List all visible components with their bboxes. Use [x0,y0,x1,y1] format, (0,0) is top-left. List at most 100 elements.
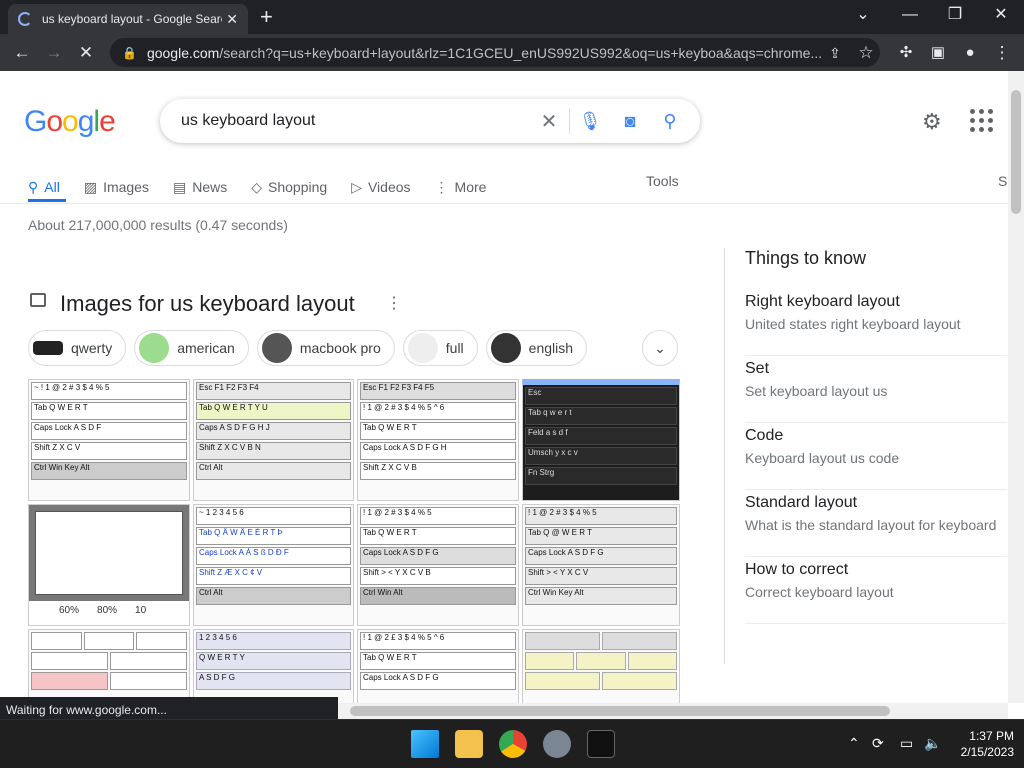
things-to-know-item[interactable]: Set Set keyboard layout us [745,356,1007,423]
bookmark-star-icon[interactable]: ☆ [853,40,879,66]
chrome-icon[interactable] [499,730,527,758]
keyboard-image[interactable] [522,629,680,703]
key-row: Shift Z X C V B N [196,442,351,460]
chip-full[interactable]: full [402,330,478,366]
microphone-icon[interactable]: 🎙 [570,111,610,132]
tab-images[interactable]: ▨ Images [84,179,149,196]
side-panel-icon[interactable]: ▣ [925,40,951,66]
key-row: Caps Lock A S D F G [360,672,516,690]
chrome-menu-icon[interactable]: ⋮ [989,40,1015,66]
keyboard-image[interactable]: Esc F1 F2 F3 F4 F5 ! 1 @ 2 # 3 $ 4 % 5 ^… [357,379,519,501]
keyboard-image[interactable]: ! 1 @ 2 # 3 $ 4 % 5 Tab Q @ W E R T Caps… [522,504,680,626]
horizontal-scroll-thumb[interactable] [350,706,890,716]
item-title: Right keyboard layout [745,293,900,310]
forward-icon[interactable]: → [41,40,67,66]
sync-icon[interactable]: ⟳ [872,735,884,752]
address-bar[interactable]: 🔒 google.com/search?q=us+keyboard+layout… [110,38,880,67]
item-title: Standard layout [745,494,858,511]
key-row: ! 1 @ 2 # 3 $ 4 % 5 [525,507,677,525]
key-row: Tab Q W E R T Y U [196,402,351,420]
image-grid: ~ ! 1 @ 2 # 3 $ 4 % 5 Tab Q W E R T Caps… [28,379,680,703]
tools-button[interactable]: Tools [646,173,679,189]
close-window-icon[interactable]: ✕ [986,4,1016,26]
extensions-icon[interactable]: ✣ [893,40,919,66]
things-to-know-heading: Things to know [745,248,867,268]
chip-american[interactable]: american [134,330,249,366]
profile-icon[interactable]: ● [957,40,983,66]
things-to-know-item[interactable]: Standard layout What is the standard lay… [745,490,1007,557]
things-to-know-item[interactable]: Right keyboard layout United states righ… [745,289,1007,356]
chip-english[interactable]: english [485,330,588,366]
restore-icon[interactable]: ❐ [940,4,970,26]
tab-all[interactable]: ⚲ All [28,179,60,196]
key-row: Tab Q Ä W Å E É R T Þ [196,527,351,545]
settings-gear-icon[interactable]: ⚙ [922,109,942,135]
things-to-know-item[interactable]: How to correct Correct keyboard layout [745,557,1007,624]
things-to-know-item[interactable]: Code Keyboard layout us code [745,423,1007,490]
show-hidden-icons-chevron-icon[interactable]: ⌃ [848,735,860,752]
search-input[interactable]: us keyboard layout [181,112,529,130]
play-icon: ▷ [351,178,362,195]
file-explorer-icon[interactable] [455,730,483,758]
key-row: Caps Lock A S D F G H [360,442,516,460]
more-options-icon[interactable]: ⋮ [386,293,402,313]
key-row: Shift Z Æ X C ¢ V [196,567,351,585]
images-section-title[interactable]: Images for us keyboard layout [60,291,355,317]
keyboard-image[interactable]: ~ 1 2 3 4 5 6 Tab Q Ä W Å E É R T Þ Caps… [193,504,354,626]
key-row: Ctrl Win Key Alt [525,587,677,605]
settings-icon[interactable] [543,730,571,758]
item-subtitle: United states right keyboard layout [745,316,961,332]
browser-toolbar: ← → ✕ 🔒 google.com/search?q=us+keyboard+… [0,34,1024,71]
key-row [136,632,188,650]
apps-grid-icon[interactable] [970,109,994,133]
search-icon: ⚲ [28,178,39,195]
size-label: 80% [97,605,118,616]
close-tab-icon[interactable]: ✕ [226,11,238,28]
tab-search-icon[interactable]: ⌄ [848,4,878,26]
search-box[interactable]: us keyboard layout ✕ 🎙 ◙ ⚲ [160,99,700,143]
google-logo[interactable]: Google [24,105,116,139]
key-row: Tab Q W E R T [31,402,187,420]
chip-thumbnail [33,341,63,355]
network-icon[interactable]: ▭ [900,735,913,752]
keyboard-image[interactable]: Esc Tab q w e r t Feld a s d f Umsch y x… [522,379,680,501]
tab-more[interactable]: ⋮ More [435,179,487,196]
terminal-icon[interactable] [587,730,615,758]
share-icon[interactable]: ⇪ [822,40,848,66]
keyboard-image[interactable] [28,629,190,703]
key-row: Ctrl Win Alt [360,587,516,605]
windows-start-icon[interactable] [411,730,439,758]
volume-icon[interactable]: 🔈 [924,735,941,752]
chips-next-chevron-icon[interactable]: ⌄ [642,330,678,366]
camera-lens-icon[interactable]: ◙ [610,111,650,132]
clock[interactable]: 1:37 PM 2/15/2023 [950,728,1014,760]
key-row: ! 1 @ 2 £ 3 $ 4 % 5 ^ 6 [360,632,516,650]
browser-titlebar: us keyboard layout - Google Search ✕ + ⌄… [0,0,1024,34]
chip-macbook-pro[interactable]: macbook pro [256,330,395,366]
chip-thumbnail [139,333,170,363]
key-row: Tab Q W E R T [360,422,516,440]
keyboard-image[interactable]: 1 2 3 4 5 6 Q W E R T Y A S D F G [193,629,354,703]
loading-spinner-icon [18,12,32,26]
keyboard-image[interactable]: ! 1 @ 2 # 3 $ 4 % 5 Tab Q W E R T Caps L… [357,504,519,626]
stop-loading-icon[interactable]: ✕ [73,40,99,66]
tab-videos[interactable]: ▷ Videos [351,179,410,196]
tab-shopping[interactable]: ◇ Shopping [251,179,327,196]
clear-icon[interactable]: ✕ [529,109,569,134]
news-icon: ▤ [172,178,187,195]
item-subtitle: Keyboard layout us code [745,450,900,466]
browser-tab[interactable]: us keyboard layout - Google Search ✕ [8,4,248,34]
keyboard-image[interactable]: ~ ! 1 @ 2 # 3 $ 4 % 5 Tab Q W E R T Caps… [28,379,190,501]
keyboard-image[interactable]: 60% 80% 10 [28,504,190,626]
safesearch-fragment[interactable]: S [998,173,1007,189]
minimize-icon[interactable]: — [895,4,925,26]
key-row: Tab Q W E R T [360,527,516,545]
chip-qwerty[interactable]: qwerty [28,330,127,366]
search-icon[interactable]: ⚲ [650,111,690,132]
tab-news[interactable]: ▤ News [173,179,227,196]
keyboard-image[interactable]: Esc F1 F2 F3 F4 Tab Q W E R T Y U Caps A… [193,379,354,501]
new-tab-button[interactable]: + [260,4,273,30]
back-icon[interactable]: ← [9,40,35,66]
keyboard-image[interactable]: ! 1 @ 2 £ 3 $ 4 % 5 ^ 6 Tab Q W E R T Ca… [357,629,519,703]
vertical-scroll-thumb[interactable] [1011,90,1021,214]
